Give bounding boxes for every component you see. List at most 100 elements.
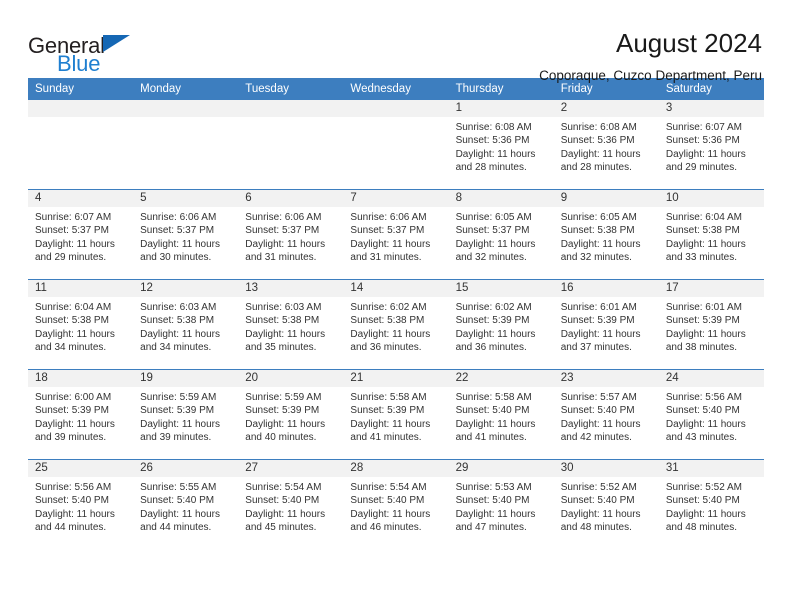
calendar-day-cell[interactable]: 5 Sunrise: 6:06 AM Sunset: 5:37 PM Daylight… [133,190,239,279]
calendar-day-cell[interactable]: 25 Sunrise: 5:56 AM Sunset: 5:40 PM Dayligh… [28,460,134,549]
day-detail-line: and 31 minutes. [350,252,422,264]
calendar-day-cell[interactable]: 23 Sunrise: 5:57 AM Sunset: 5:40 PM Dayligh… [553,370,659,459]
day-detail-line: Daylight: 11 hours [560,148,641,160]
calendar-day-cell[interactable]: 28 Sunrise: 5:54 AM Sunset: 5:40 PM Dayligh… [343,460,449,549]
general-blue-logo[interactable]: General Blue [28,30,143,78]
day-detail-line: and 29 minutes. [35,252,107,264]
day-details: Sunrise: 6:00 AM Sunset: 5:39 PM Daylight:… [28,387,133,445]
day-details [238,117,343,121]
day-detail-line: Sunrise: 5:54 AM [245,482,322,493]
day-detail-line: Sunrise: 5:57 AM [560,392,637,403]
calendar-day-cell[interactable]: 15 Sunrise: 6:02 AM Sunset: 5:39 PM Dayligh… [448,280,554,369]
day-number: 25 [28,460,134,477]
logo-text-blue: Blue [57,51,101,76]
page-title: August 2024 [615,28,762,58]
calendar-day-cell[interactable]: 10 Sunrise: 6:04 AM Sunset: 5:38 PM Dayligh… [658,190,764,279]
day-detail-line: Sunset: 5:39 PM [140,405,215,417]
day-detail-line: Sunset: 5:38 PM [35,315,109,327]
calendar-day-cell[interactable]: 4 Sunrise: 6:07 AM Sunset: 5:37 PM Daylight… [28,190,134,279]
day-details: Sunrise: 6:04 AM Sunset: 5:38 PM Daylight:… [659,207,764,265]
calendar-day-cell[interactable]: 6 Sunrise: 6:06 AM Sunset: 5:37 PM Daylight… [238,190,344,279]
calendar-week-row: 18 Sunrise: 6:00 AM Sunset: 5:39 PM Dayligh… [28,369,764,459]
day-detail-line: Sunrise: 5:56 AM [35,482,112,493]
day-detail-line: Sunset: 5:37 PM [35,225,109,237]
calendar-day-cell[interactable]: 30 Sunrise: 5:52 AM Sunset: 5:40 PM Dayligh… [553,460,659,549]
calendar-day-cell[interactable]: 9 Sunrise: 6:05 AM Sunset: 5:38 PM Daylight… [553,190,659,279]
day-detail-line: Daylight: 11 hours [665,148,746,160]
day-detail-line: Daylight: 11 hours [245,508,326,520]
day-number: 23 [553,370,659,387]
calendar-day-cell[interactable]: 20 Sunrise: 5:59 AM Sunset: 5:39 PM Dayligh… [238,370,344,459]
day-detail-line: Sunrise: 6:00 AM [35,392,112,403]
day-number: 6 [238,190,344,207]
day-details: Sunrise: 6:06 AM Sunset: 5:37 PM Daylight:… [343,207,448,265]
day-detail-line: Daylight: 11 hours [455,238,536,250]
day-detail-line: and 32 minutes. [560,252,632,264]
calendar-day-cell[interactable]: 26 Sunrise: 5:55 AM Sunset: 5:40 PM Dayligh… [133,460,239,549]
day-number: 3 [658,100,764,117]
calendar-day-cell[interactable]: 17 Sunrise: 6:01 AM Sunset: 5:39 PM Dayligh… [658,280,764,369]
day-detail-line: Daylight: 11 hours [140,418,220,430]
day-detail-line: Sunrise: 6:07 AM [35,212,112,223]
day-details: Sunrise: 5:52 AM Sunset: 5:40 PM Daylight:… [554,477,659,535]
calendar-day-cell[interactable]: 27 Sunrise: 5:54 AM Sunset: 5:40 PM Dayligh… [238,460,344,549]
calendar-day-cell[interactable]: 11 Sunrise: 6:04 AM Sunset: 5:38 PM Dayligh… [28,280,134,369]
day-detail-line: Daylight: 11 hours [665,418,746,430]
day-detail-line: and 45 minutes. [245,522,317,534]
day-detail-line: and 34 minutes. [140,342,212,354]
day-detail-line: Sunset: 5:38 PM [245,315,320,327]
calendar-day-cell[interactable]: 7 Sunrise: 6:06 AM Sunset: 5:37 PM Daylight… [343,190,449,279]
day-detail-line: and 41 minutes. [455,432,527,444]
day-number: 28 [343,460,449,477]
day-number: 15 [448,280,554,297]
day-detail-line: Daylight: 11 hours [560,238,641,250]
day-detail-line: Sunset: 5:38 PM [350,315,425,327]
day-detail-line: and 43 minutes. [665,432,738,444]
day-detail-line: Daylight: 11 hours [245,418,326,430]
calendar-day-cell[interactable]: 31 Sunrise: 5:52 AM Sunset: 5:40 PM Dayligh… [658,460,764,549]
day-detail-line: Sunset: 5:39 PM [665,315,740,327]
calendar-day-cell[interactable]: 2 Sunrise: 6:08 AM Sunset: 5:36 PM Daylight… [553,100,659,189]
calendar-day-cell[interactable]: 21 Sunrise: 5:58 AM Sunset: 5:39 PM Dayligh… [343,370,449,459]
day-detail-line: Daylight: 11 hours [350,238,431,250]
calendar-day-cell[interactable]: 14 Sunrise: 6:02 AM Sunset: 5:38 PM Dayligh… [343,280,449,369]
day-detail-line: Sunset: 5:40 PM [455,405,530,417]
day-details: Sunrise: 5:52 AM Sunset: 5:40 PM Daylight:… [659,477,764,535]
day-detail-line: and 39 minutes. [35,432,107,444]
calendar-day-cell[interactable]: 12 Sunrise: 6:03 AM Sunset: 5:38 PM Dayligh… [133,280,239,369]
day-number: 19 [133,370,239,387]
day-detail-line: Sunset: 5:37 PM [455,225,530,237]
day-detail-line: Sunset: 5:40 PM [455,495,530,507]
calendar-day-cell[interactable]: 24 Sunrise: 5:56 AM Sunset: 5:40 PM Dayligh… [658,370,764,459]
day-number: 20 [238,370,344,387]
day-detail-line: Sunrise: 5:59 AM [245,392,322,403]
calendar-day-cell[interactable]: 1 Sunrise: 6:08 AM Sunset: 5:36 PM Daylight… [448,100,554,189]
day-detail-line: Sunrise: 5:55 AM [140,482,217,493]
calendar-day-cell-empty [238,100,344,189]
day-detail-line: and 46 minutes. [350,522,422,534]
day-detail-line: Daylight: 11 hours [560,418,641,430]
calendar-day-cell[interactable]: 8 Sunrise: 6:05 AM Sunset: 5:37 PM Daylight… [448,190,554,279]
day-detail-line: and 34 minutes. [35,342,107,354]
day-detail-line: Sunrise: 6:06 AM [140,212,217,223]
day-number: 5 [133,190,239,207]
day-detail-line: and 29 minutes. [665,162,738,174]
day-detail-line: Daylight: 11 hours [455,418,536,430]
calendar-day-cell[interactable]: 13 Sunrise: 6:03 AM Sunset: 5:38 PM Dayligh… [238,280,344,369]
day-detail-line: and 31 minutes. [245,252,317,264]
logo-triangle-icon [103,35,130,52]
day-detail-line: Sunset: 5:40 PM [665,495,740,507]
day-number: 21 [343,370,449,387]
day-detail-line: Sunrise: 6:04 AM [35,302,112,313]
day-number: 27 [238,460,344,477]
calendar-day-cell[interactable]: 22 Sunrise: 5:58 AM Sunset: 5:40 PM Dayligh… [448,370,554,459]
calendar-day-cell[interactable]: 19 Sunrise: 5:59 AM Sunset: 5:39 PM Dayligh… [133,370,239,459]
calendar-day-cell[interactable]: 16 Sunrise: 6:01 AM Sunset: 5:39 PM Dayligh… [553,280,659,369]
day-detail-line: and 35 minutes. [245,342,317,354]
day-detail-line: Sunset: 5:40 PM [35,495,109,507]
calendar-day-cell[interactable]: 29 Sunrise: 5:53 AM Sunset: 5:40 PM Dayligh… [448,460,554,549]
day-detail-line: Daylight: 11 hours [560,328,641,340]
calendar-day-cell[interactable]: 18 Sunrise: 6:00 AM Sunset: 5:39 PM Dayligh… [28,370,134,459]
calendar-day-cell[interactable]: 3 Sunrise: 6:07 AM Sunset: 5:36 PM Daylight… [658,100,764,189]
day-detail-line: Daylight: 11 hours [350,508,431,520]
